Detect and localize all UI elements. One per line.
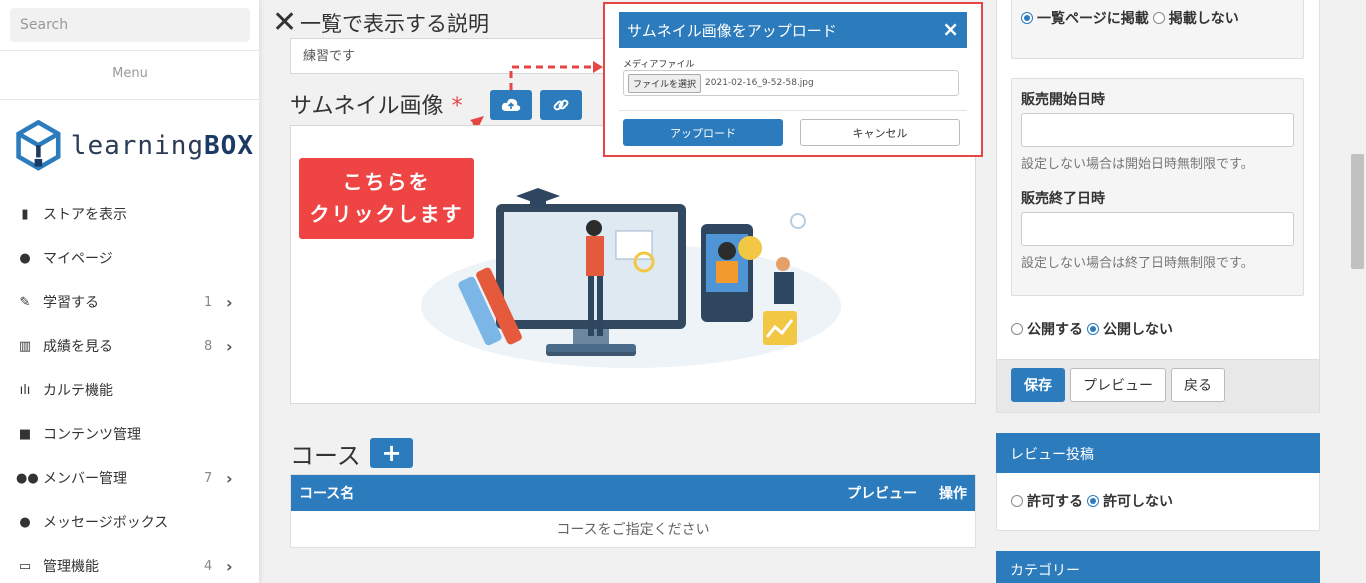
callout-line: こちらを [342,170,431,194]
scrollbar-thumb[interactable] [1351,154,1364,269]
sale-start-label: 販売開始日時 [1021,92,1105,108]
media-file-label: メディアファイル [623,60,695,70]
course-empty-message: コースをご指定ください [556,522,710,538]
preview-button[interactable]: プレビュー [1070,368,1166,402]
callout-line: クリックします [309,202,464,226]
sale-end-input[interactable] [1021,212,1294,246]
radio-label: 許可しない [1103,494,1173,510]
dialog-divider [619,110,967,111]
dialog-title: サムネイル画像をアップロード [627,22,837,40]
sale-start-input[interactable] [1021,113,1294,147]
review-option-allow[interactable]: 許可する [1011,491,1083,511]
course-table: コース名 プレビュー 操作 コースをご指定ください [290,474,976,548]
back-button[interactable]: 戻る [1171,368,1225,402]
dialog-upload-button[interactable]: アップロード [623,119,783,146]
listing-radio-group: 一覧ページに掲載 掲載しない [1021,8,1243,28]
publish-option-public[interactable]: 公開する [1011,319,1083,339]
col-operations: 操作 [939,486,967,502]
sale-end-help: 設定しない場合は終了日時無制限です。 [1021,256,1254,271]
radio-icon [1087,495,1099,507]
course-table-header: コース名 プレビュー 操作 [291,475,975,511]
listing-option-hide[interactable]: 掲載しない [1152,8,1239,28]
file-input[interactable]: ファイルを選択 2021-02-16_9-52-58.jpg [623,70,959,96]
radio-icon [1011,323,1023,335]
dialog-cancel-button[interactable]: キャンセル [800,119,960,146]
save-button[interactable]: 保存 [1011,368,1065,402]
col-course-name: コース名 [299,486,355,502]
radio-label: 一覧ページに掲載 [1037,11,1149,27]
choose-file-button[interactable]: ファイルを選択 [628,73,702,93]
instruction-callout: こちらを クリックします [299,158,474,239]
review-header: レビュー投稿 [996,433,1320,473]
course-title: コース [290,442,361,470]
radio-icon [1152,12,1165,24]
radio-label: 公開する [1027,322,1083,338]
dialog-close-button[interactable]: × [942,17,959,41]
radio-icon [1011,495,1023,507]
radio-label: 掲載しない [1168,11,1239,27]
listing-option-show[interactable]: 一覧ページに掲載 [1021,8,1149,28]
col-preview: プレビュー [847,486,917,502]
scrollbar[interactable] [1349,0,1366,583]
sale-start-help: 設定しない場合は開始日時無制限です。 [1021,157,1254,172]
radio-label: 許可する [1027,494,1083,510]
sale-end-label: 販売終了日時 [1021,191,1105,207]
publish-radio-group: 公開する 公開しない [1011,319,1177,339]
radio-icon [1087,323,1099,335]
file-name: 2021-02-16_9-52-58.jpg [705,78,814,88]
add-course-button[interactable]: + [370,438,413,468]
upload-dialog: サムネイル画像をアップロード × メディアファイル ファイルを選択 2021-0… [603,2,983,157]
publish-option-private[interactable]: 公開しない [1087,319,1173,339]
review-radio-group: 許可する 許可しない [1011,491,1177,511]
category-header: カテゴリー [996,551,1320,583]
dialog-header: サムネイル画像をアップロード × [619,12,967,48]
radio-icon [1021,12,1033,24]
radio-label: 公開しない [1103,322,1173,338]
review-option-deny[interactable]: 許可しない [1087,491,1173,511]
